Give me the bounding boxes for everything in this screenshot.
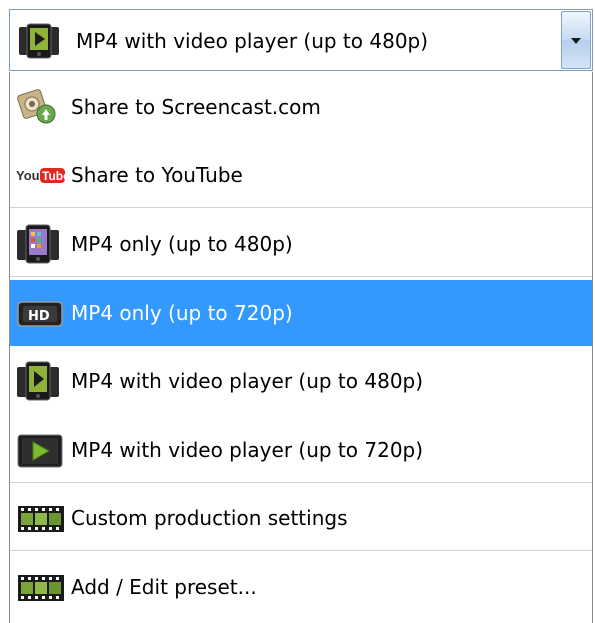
list-item-mp4-480p[interactable]: MP4 only (up to 480p) xyxy=(10,211,592,277)
phone-player-icon xyxy=(16,360,60,402)
list-item-label: MP4 with video player (up to 480p) xyxy=(71,369,424,393)
list-item-custom-settings[interactable]: Custom production settings xyxy=(10,485,592,551)
list-item-label: Custom production settings xyxy=(71,506,348,530)
screencast-icon xyxy=(16,86,60,128)
list-item-share-youtube[interactable]: You Tube Share to YouTube xyxy=(10,142,592,208)
list-item-label: Add / Edit preset... xyxy=(71,575,257,599)
film-strip-icon xyxy=(16,566,64,608)
preset-dropdown-list: Share to Screencast.com You Tube Share t… xyxy=(9,72,593,623)
list-item-mp4-player-480p[interactable]: MP4 with video player (up to 480p) xyxy=(10,348,592,414)
phone-icon xyxy=(16,223,60,265)
hd-icon: HD xyxy=(16,292,63,334)
list-item-mp4-player-720p[interactable]: MP4 with video player (up to 720p) xyxy=(10,417,592,483)
phone-player-icon xyxy=(18,23,60,59)
youtube-icon: You Tube xyxy=(16,154,70,196)
list-item-label: MP4 only (up to 720p) xyxy=(71,301,293,325)
dropdown-toggle-button[interactable] xyxy=(561,11,591,69)
list-item-mp4-720p[interactable]: HD MP4 only (up to 720p) xyxy=(10,280,592,346)
preset-combo-box[interactable]: MP4 with video player (up to 480p) xyxy=(9,9,593,71)
list-item-share-screencast[interactable]: Share to Screencast.com xyxy=(10,74,592,140)
list-item-label: MP4 with video player (up to 720p) xyxy=(71,438,424,462)
list-item-add-edit-preset[interactable]: Add / Edit preset... xyxy=(10,554,592,620)
combo-selected-value: MP4 with video player (up to 480p) xyxy=(76,29,429,53)
svg-text:Tube: Tube xyxy=(42,169,66,183)
list-item-label: Share to Screencast.com xyxy=(71,95,321,119)
play-icon xyxy=(16,429,63,471)
chevron-down-icon xyxy=(571,38,581,44)
svg-text:You: You xyxy=(16,168,40,183)
list-item-label: Share to YouTube xyxy=(71,163,243,187)
list-item-label: MP4 only (up to 480p) xyxy=(71,232,293,256)
svg-text:HD: HD xyxy=(28,309,50,324)
film-strip-icon xyxy=(16,497,64,539)
